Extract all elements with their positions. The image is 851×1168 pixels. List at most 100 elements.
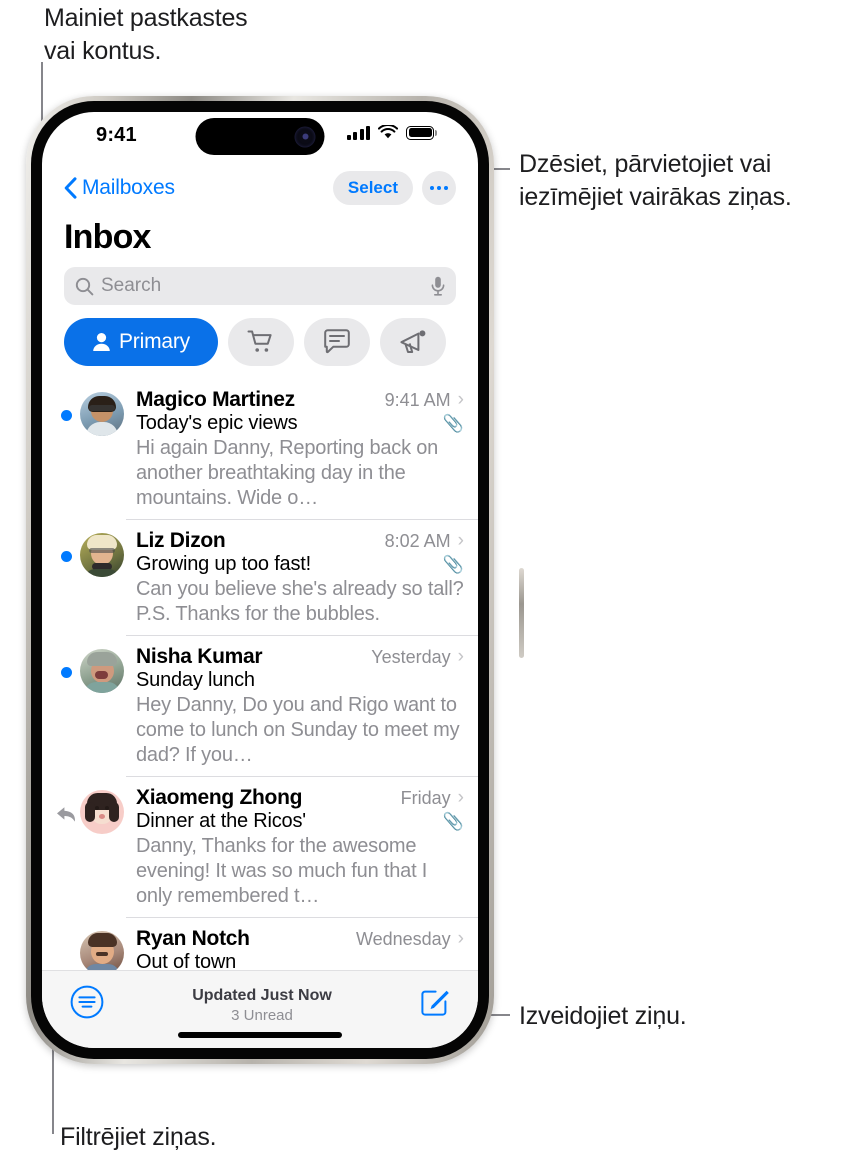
message-header: Liz Dizon 8:02 AM ›: [136, 529, 464, 553]
compose-icon: [421, 990, 449, 1016]
filter-button[interactable]: [70, 985, 104, 1022]
message-body: Liz Dizon 8:02 AM › Growing up too fast!…: [136, 529, 464, 627]
iphone-device: 9:41 Mailboxes Select Inbox Search Prima…: [26, 96, 524, 1064]
message-header: Xiaomeng Zhong Friday ›: [136, 786, 464, 810]
mailbox-status: Updated Just Now 3 Unread: [104, 985, 420, 1024]
reply-arrow-icon: [56, 807, 75, 822]
message-time: Yesterday: [371, 647, 451, 667]
category-tabs: Primary: [42, 318, 478, 379]
message-preview: Danny, Thanks for the awesome evening! I…: [136, 835, 428, 907]
chevron-left-icon: [64, 177, 77, 199]
navigation-bar: Mailboxes Select: [42, 162, 478, 214]
tab-transactions[interactable]: [227, 318, 294, 366]
message-sender: Magico Martinez: [136, 388, 295, 411]
chevron-right-icon: ›: [457, 646, 464, 667]
table-row[interactable]: Nisha Kumar Yesterday › Sunday lunch Hey…: [42, 636, 478, 777]
tab-promotions[interactable]: [379, 318, 446, 366]
ellipsis-icon: [444, 186, 448, 190]
status-icons: [346, 125, 434, 140]
message-subject-line: Sunday lunch: [136, 669, 464, 692]
battery-icon: [406, 125, 434, 140]
callout-right: Izveidojiet ziņu.: [519, 1002, 687, 1030]
ellipsis-icon: [430, 186, 434, 190]
tab-primary-label: Primary: [119, 330, 190, 353]
message-preview: Hey Danny, Do you and Rigo want to come …: [136, 694, 460, 766]
tab-primary[interactable]: Primary: [64, 318, 218, 366]
message-body: Nisha Kumar Yesterday › Sunday lunch Hey…: [136, 645, 464, 768]
signal-bars-icon: [346, 125, 370, 140]
message-time: 8:02 AM: [384, 531, 451, 551]
ellipsis-icon: [437, 186, 441, 190]
chevron-right-icon: ›: [457, 389, 464, 410]
status-bar: 9:41: [42, 112, 478, 162]
chevron-right-icon: ›: [457, 928, 464, 949]
message-subject: Growing up too fast!: [136, 553, 311, 575]
front-camera-icon: [294, 126, 316, 147]
tab-updates[interactable]: [303, 318, 370, 366]
message-subject-line: Growing up too fast! 📎: [136, 553, 464, 576]
attachment-icon: 📎: [442, 811, 464, 831]
message-time: Friday: [400, 788, 451, 808]
message-preview: Can you believe she's already so tall? P…: [136, 578, 464, 625]
message-sender: Xiaomeng Zhong: [136, 786, 303, 809]
message-header: Ryan Notch Wednesday ›: [136, 927, 464, 951]
chat-bubble-icon: [324, 329, 350, 354]
page-title: Inbox: [64, 218, 151, 256]
callout-top-right: Dzēsiet, pārvietojiet vai iezīmējiet vai…: [519, 150, 792, 211]
avatar: [80, 790, 124, 834]
message-subject: Dinner at the Ricos': [136, 810, 306, 832]
message-sender: Liz Dizon: [136, 529, 226, 552]
replied-marker: [52, 786, 80, 909]
table-row[interactable]: Xiaomeng Zhong Friday › Dinner at the Ri…: [42, 777, 478, 918]
message-header: Nisha Kumar Yesterday ›: [136, 645, 464, 669]
bottom-toolbar: Updated Just Now 3 Unread: [42, 970, 478, 1048]
message-body: Xiaomeng Zhong Friday › Dinner at the Ri…: [136, 786, 464, 909]
microphone-icon[interactable]: [431, 276, 445, 296]
table-row[interactable]: Magico Martinez 9:41 AM › Today's epic v…: [42, 379, 478, 520]
message-sender: Nisha Kumar: [136, 645, 263, 668]
table-row[interactable]: Liz Dizon 8:02 AM › Growing up too fast!…: [42, 520, 478, 636]
unread-marker: [52, 388, 80, 511]
callout-top-left: Mainiet pastkastes vai kontus.: [44, 4, 248, 65]
attachment-icon: 📎: [442, 413, 464, 433]
message-list: Magico Martinez 9:41 AM › Today's epic v…: [42, 379, 478, 1048]
unread-dot-icon: [60, 551, 72, 562]
message-header: Magico Martinez 9:41 AM ›: [136, 388, 464, 412]
message-sender: Ryan Notch: [136, 927, 250, 950]
more-options-button[interactable]: [422, 171, 456, 205]
select-button[interactable]: Select: [332, 171, 413, 205]
back-to-mailboxes-link[interactable]: Mailboxes: [64, 176, 175, 200]
avatar: [80, 392, 124, 436]
search-input[interactable]: [101, 275, 424, 297]
chevron-right-icon: ›: [457, 530, 464, 551]
megaphone-icon: [400, 330, 426, 353]
unread-count-text: 3 Unread: [231, 1007, 293, 1024]
search-icon: [75, 277, 94, 295]
home-indicator: [178, 1032, 342, 1038]
message-subject: Sunday lunch: [136, 669, 255, 691]
message-subject: Today's epic views: [136, 412, 298, 434]
side-power-button[interactable]: [519, 568, 524, 658]
callout-bottom-left: Filtrējiet ziņas.: [60, 1123, 217, 1151]
compose-button[interactable]: [420, 987, 450, 1020]
back-link-label: Mailboxes: [82, 176, 175, 199]
search-bar[interactable]: [64, 267, 456, 305]
message-preview: Hi again Danny, Reporting back on anothe…: [136, 437, 439, 509]
device-bezel: 9:41 Mailboxes Select Inbox Search Prima…: [31, 101, 489, 1059]
dynamic-island: [195, 118, 325, 155]
nav-actions: Select: [332, 171, 456, 205]
message-time: Wednesday: [355, 929, 451, 949]
unread-dot-icon: [60, 410, 72, 421]
attachment-icon: 📎: [442, 554, 464, 574]
shopping-cart-icon: [247, 330, 272, 352]
message-subject-line: Dinner at the Ricos' 📎: [136, 810, 464, 833]
device-screen: 9:41 Mailboxes Select Inbox Search Prima…: [42, 112, 478, 1048]
avatar: [80, 931, 124, 975]
unread-marker: [52, 529, 80, 627]
wifi-icon: [378, 125, 398, 139]
message-subject-line: Today's epic views 📎: [136, 412, 464, 435]
avatar: [80, 649, 124, 693]
updated-text: Updated Just Now: [192, 987, 332, 1004]
message-time: 9:41 AM: [384, 390, 451, 410]
message-body: Magico Martinez 9:41 AM › Today's epic v…: [136, 388, 464, 511]
